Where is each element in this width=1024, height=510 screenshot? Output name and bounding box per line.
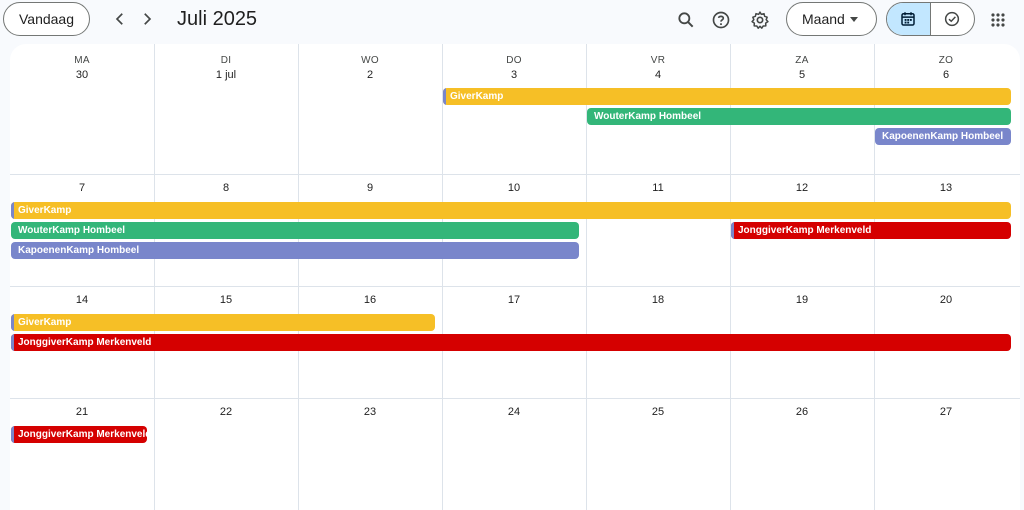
calendar-icon	[901, 12, 915, 26]
view-selector[interactable]: Maand	[786, 2, 877, 36]
day-number[interactable]: 10	[442, 182, 586, 194]
event-title: GiverKamp	[450, 91, 504, 102]
continuation-stripe	[11, 426, 14, 443]
top-toolbar: Vandaag Juli 2025 Maand	[0, 0, 1024, 40]
day-number[interactable]: 18	[586, 294, 730, 306]
continuation-stripe	[11, 334, 14, 351]
day-number[interactable]: 11	[586, 182, 730, 194]
event-chip[interactable]: JonggiverKamp Merkenveld	[11, 426, 147, 443]
day-number[interactable]: 21	[10, 406, 154, 418]
continuation-stripe	[11, 314, 14, 331]
day-number[interactable]: 23	[298, 406, 442, 418]
day-number[interactable]: 16	[298, 294, 442, 306]
week-divider	[10, 286, 1020, 287]
day-number[interactable]: 15	[154, 294, 298, 306]
day-number[interactable]: 12	[730, 182, 874, 194]
event-title: KapoenenKamp Hombeel	[882, 131, 1004, 142]
day-number[interactable]: 6	[874, 69, 1018, 81]
weekday-header: DO	[506, 55, 522, 66]
event-title: KapoenenKamp Hombeel	[18, 245, 140, 256]
day-number[interactable]: 17	[442, 294, 586, 306]
month-grid: MA DI WO DO VR ZA ZO 30 1 jul 2 3 4 5 6 7 8 9 10 11 12 13 14 1…	[10, 44, 1020, 510]
previous-month-button[interactable]	[107, 6, 133, 32]
day-number[interactable]: 25	[586, 406, 730, 418]
tasks-view-toggle[interactable]	[931, 3, 975, 35]
day-number[interactable]: 20	[874, 294, 1018, 306]
caret-down-icon	[850, 17, 858, 22]
chevron-left-icon	[115, 13, 123, 25]
settings-button[interactable]	[746, 6, 774, 34]
week-divider	[10, 398, 1020, 399]
column-divider	[298, 44, 299, 510]
search-icon	[678, 12, 694, 28]
search-button[interactable]	[672, 6, 700, 34]
event-chip[interactable]: GiverKamp	[443, 88, 1011, 105]
day-number[interactable]: 19	[730, 294, 874, 306]
day-number[interactable]: 9	[298, 182, 442, 194]
today-button[interactable]: Vandaag	[3, 2, 90, 36]
help-button[interactable]	[707, 6, 735, 34]
weekday-header: WO	[361, 55, 379, 66]
day-number[interactable]: 4	[586, 69, 730, 81]
continuation-stripe	[11, 202, 14, 219]
day-number[interactable]: 5	[730, 69, 874, 81]
event-chip[interactable]: KapoenenKamp Hombeel	[875, 128, 1011, 145]
view-toggle-group	[886, 2, 975, 36]
continuation-stripe	[443, 88, 446, 105]
event-chip[interactable]: JonggiverKamp Merkenveld	[731, 222, 1011, 239]
event-title: WouterKamp Hombeel	[18, 225, 126, 236]
day-number[interactable]: 3	[442, 69, 586, 81]
column-divider	[154, 44, 155, 510]
day-number[interactable]: 2	[298, 69, 442, 81]
event-title: JonggiverKamp Merkenveld	[18, 429, 147, 440]
event-chip[interactable]: JonggiverKamp Merkenveld	[11, 334, 1011, 351]
day-number[interactable]: 1 jul	[154, 69, 298, 81]
month-title: Juli 2025	[177, 8, 258, 30]
day-number[interactable]: 13	[874, 182, 1018, 194]
event-chip[interactable]: WouterKamp Hombeel	[587, 108, 1011, 125]
day-number[interactable]: 8	[154, 182, 298, 194]
day-number[interactable]: 30	[10, 69, 154, 81]
day-number[interactable]: 24	[442, 406, 586, 418]
weekday-header: MA	[74, 55, 90, 66]
continuation-stripe	[731, 222, 734, 239]
day-number[interactable]: 26	[730, 406, 874, 418]
event-title: GiverKamp	[18, 317, 72, 328]
event-chip[interactable]: KapoenenKamp Hombeel	[11, 242, 579, 259]
event-chip[interactable]: WouterKamp Hombeel	[11, 222, 579, 239]
event-title: GiverKamp	[18, 205, 72, 216]
weekday-header: VR	[650, 55, 666, 66]
apps-grid-icon	[991, 13, 1005, 27]
event-title: WouterKamp Hombeel	[594, 111, 702, 122]
chevron-right-icon	[144, 13, 152, 25]
view-selector-label: Maand	[802, 11, 845, 27]
day-number[interactable]: 14	[10, 294, 154, 306]
weekday-header: ZA	[795, 55, 809, 66]
tasks-icon	[945, 11, 960, 27]
apps-button[interactable]	[984, 6, 1012, 34]
day-number[interactable]: 22	[154, 406, 298, 418]
day-number[interactable]: 7	[10, 182, 154, 194]
event-chip[interactable]: GiverKamp	[11, 202, 1011, 219]
weekday-header: ZO	[938, 55, 954, 66]
help-icon	[712, 11, 730, 29]
weekday-header: DI	[220, 55, 232, 66]
week-divider	[10, 174, 1020, 175]
next-month-button[interactable]	[134, 6, 160, 32]
event-title: JonggiverKamp Merkenveld	[18, 337, 152, 348]
column-divider	[442, 44, 443, 510]
event-chip[interactable]: GiverKamp	[11, 314, 435, 331]
gear-icon	[751, 11, 769, 29]
calendar-view-toggle[interactable]	[887, 3, 931, 35]
day-number[interactable]: 27	[874, 406, 1018, 418]
event-title: JonggiverKamp Merkenveld	[738, 225, 872, 236]
